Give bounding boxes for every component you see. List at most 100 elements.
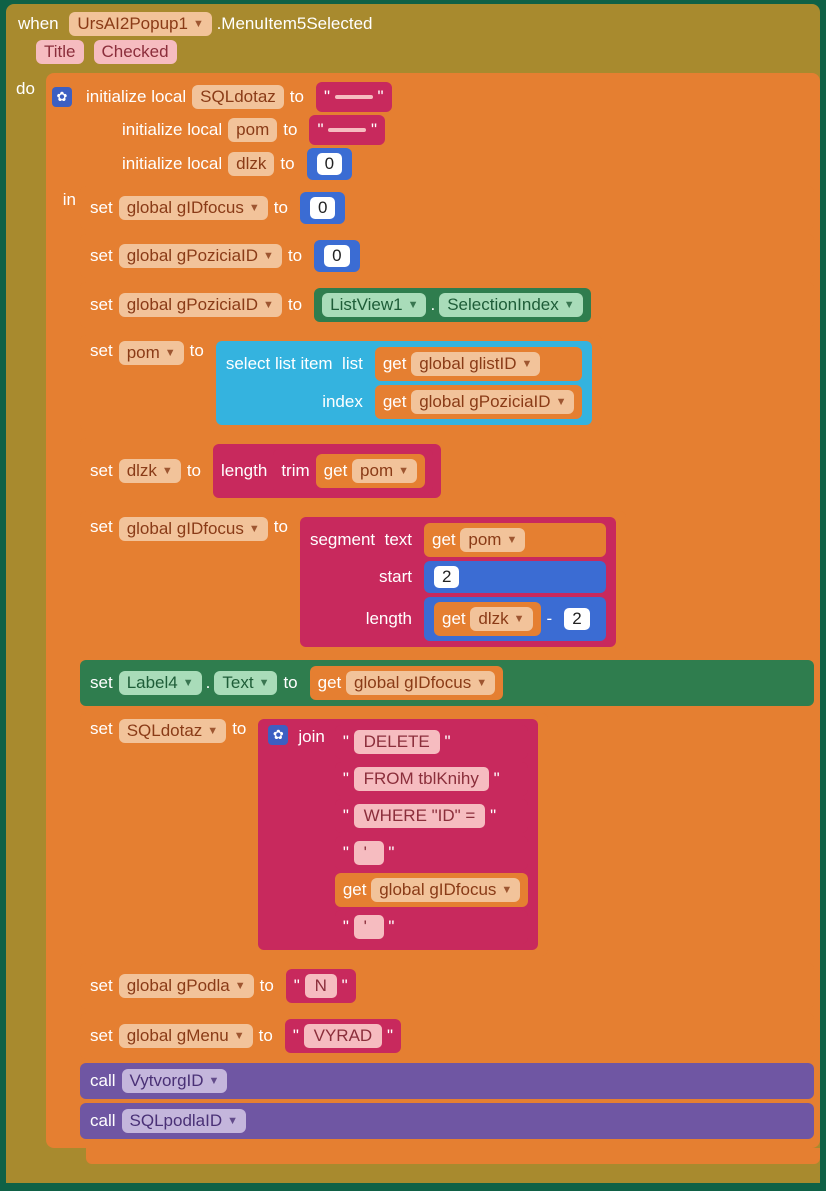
to-label: to [283, 673, 297, 693]
text-literal[interactable]: " " [309, 115, 385, 145]
var-dropdown[interactable]: global gPoziciaID▼ [411, 390, 574, 414]
set-block[interactable]: set global gIDfocus▼ to segment text get… [80, 511, 626, 653]
segment-label: segment [310, 530, 375, 549]
select-list-item[interactable]: select list item list get global glistID… [216, 341, 593, 425]
set-block[interactable]: set global gMenu▼ to " VYRAD " [80, 1013, 814, 1059]
call-block[interactable]: call SQLpodlaID▼ [80, 1103, 814, 1139]
set-label: set [90, 976, 113, 996]
set-property-block[interactable]: set Label4▼ . Text▼ to get global gIDfoc… [80, 660, 814, 706]
math-subtract[interactable]: get dlzk▼ - 2 [424, 597, 606, 641]
get-var[interactable]: get global gIDfocus▼ [335, 873, 528, 907]
set-label: set [90, 461, 113, 481]
var-dropdown[interactable]: dlzk▼ [470, 607, 532, 631]
event-block[interactable]: when UrsAI2Popup1▼ .MenuItem5Selected Ti… [6, 4, 820, 1183]
number-literal[interactable]: 0 [300, 192, 345, 224]
property-dropdown[interactable]: Text▼ [214, 671, 277, 695]
local-init-block[interactable]: ✿ initialize local SQLdotaz to " " initi… [46, 73, 820, 1148]
local-pom-name[interactable]: pom [228, 118, 277, 142]
set-block[interactable]: set global gIDfocus▼ to 0 [80, 186, 814, 230]
to-label: to [274, 198, 288, 218]
set-block[interactable]: set pom▼ to select list item list get gl… [80, 335, 602, 431]
var-dropdown[interactable]: global gPodla▼ [119, 974, 254, 998]
text-segment[interactable]: segment text get pom▼ start 2 length get… [300, 517, 616, 647]
gear-icon[interactable]: ✿ [268, 725, 288, 745]
text-length[interactable]: length trim get pom▼ [213, 444, 441, 498]
call-block[interactable]: call VytvorgID▼ [80, 1063, 814, 1099]
start-label: start [310, 567, 414, 587]
var-dropdown[interactable]: global gIDfocus▼ [371, 878, 520, 902]
select-label: select list item [226, 354, 333, 373]
to-label: to [187, 461, 201, 481]
get-var[interactable]: get global glistID▼ [375, 347, 583, 381]
var-dropdown[interactable]: pom▼ [352, 459, 417, 483]
var-dropdown[interactable]: dlzk▼ [119, 459, 181, 483]
get-var[interactable]: get global gIDfocus▼ [310, 666, 503, 700]
get-label: get [383, 392, 407, 412]
set-label: set [90, 198, 113, 218]
gear-icon[interactable]: ✿ [52, 87, 72, 107]
call-label: call [90, 1071, 116, 1091]
var-dropdown[interactable]: global glistID▼ [411, 352, 540, 376]
var-dropdown[interactable]: global gIDfocus▼ [119, 517, 268, 541]
number-literal[interactable]: 2 [424, 561, 606, 593]
number-literal[interactable]: 0 [307, 148, 352, 180]
get-var[interactable]: get pom▼ [316, 454, 425, 488]
trim-label: trim [281, 461, 309, 481]
number-literal[interactable]: 0 [314, 240, 359, 272]
proc-dropdown[interactable]: VytvorgID▼ [122, 1069, 228, 1093]
proc-dropdown[interactable]: SQLpodlaID▼ [122, 1109, 247, 1133]
text-join[interactable]: ✿ join " DELETE " " FROM tblKnihy " " WH… [258, 719, 538, 950]
get-var[interactable]: get dlzk▼ [434, 602, 541, 636]
param-title[interactable]: Title [36, 40, 84, 64]
property-getter[interactable]: ListView1▼ . SelectionIndex▼ [314, 288, 591, 322]
to-label: to [290, 87, 304, 107]
to-label: to [288, 246, 302, 266]
var-dropdown[interactable]: global gPoziciaID▼ [119, 244, 282, 268]
local-dlzk-name[interactable]: dlzk [228, 152, 274, 176]
var-dropdown[interactable]: global gPoziciaID▼ [119, 293, 282, 317]
number-literal[interactable]: 2 [558, 605, 595, 633]
var-dropdown[interactable]: global gIDfocus▼ [119, 196, 268, 220]
var-dropdown[interactable]: SQLdotaz▼ [119, 719, 227, 743]
var-dropdown[interactable]: global gIDfocus▼ [346, 671, 495, 695]
get-var[interactable]: get global gPoziciaID▼ [375, 385, 583, 419]
in-label: in [52, 184, 80, 210]
get-label: get [432, 530, 456, 550]
set-label: set [90, 295, 113, 315]
text-trim[interactable]: trim get pom▼ [273, 449, 433, 493]
param-checked[interactable]: Checked [94, 40, 177, 64]
get-label: get [383, 354, 407, 374]
set-block[interactable]: set dlzk▼ to length trim get pom▼ [80, 438, 814, 504]
var-dropdown[interactable]: global gMenu▼ [119, 1024, 253, 1048]
local-sql-name[interactable]: SQLdotaz [192, 85, 284, 109]
get-var[interactable]: get pom▼ [424, 523, 606, 557]
set-block[interactable]: set global gPoziciaID▼ to ListView1▼ . S… [80, 282, 814, 328]
set-block[interactable]: set SQLdotaz▼ to ✿ join " DELETE " " F [80, 713, 548, 956]
set-block[interactable]: set global gPoziciaID▼ to 0 [80, 234, 814, 278]
text-label: text [385, 530, 412, 549]
text-literal[interactable]: " WHERE "ID" = " [335, 799, 528, 833]
text-literal[interactable]: " VYRAD " [285, 1019, 401, 1053]
text-literal[interactable]: " " [316, 82, 392, 112]
event-name: .MenuItem5Selected [217, 14, 373, 33]
to-label: to [232, 719, 246, 739]
text-literal[interactable]: " DELETE " [335, 725, 528, 759]
component-dropdown[interactable]: ListView1▼ [322, 293, 426, 317]
event-header: when UrsAI2Popup1▼ .MenuItem5Selected [6, 4, 820, 40]
text-literal[interactable]: " ' " [335, 910, 528, 944]
set-block[interactable]: set global gPodla▼ to " N " [80, 963, 814, 1009]
component-dropdown[interactable]: UrsAI2Popup1▼ [69, 12, 211, 36]
text-literal[interactable]: " FROM tblKnihy " [335, 762, 528, 796]
to-label: to [190, 341, 204, 361]
to-label: to [274, 517, 288, 537]
property-dropdown[interactable]: SelectionIndex▼ [439, 293, 582, 317]
set-label: set [90, 673, 113, 693]
text-literal[interactable]: " ' " [335, 836, 528, 870]
var-dropdown[interactable]: pom▼ [460, 528, 525, 552]
to-label: to [280, 154, 294, 174]
var-dropdown[interactable]: pom▼ [119, 341, 184, 365]
get-label: get [442, 609, 466, 629]
set-label: set [90, 719, 113, 739]
index-label: index [226, 392, 365, 412]
component-dropdown[interactable]: Label4▼ [119, 671, 202, 695]
